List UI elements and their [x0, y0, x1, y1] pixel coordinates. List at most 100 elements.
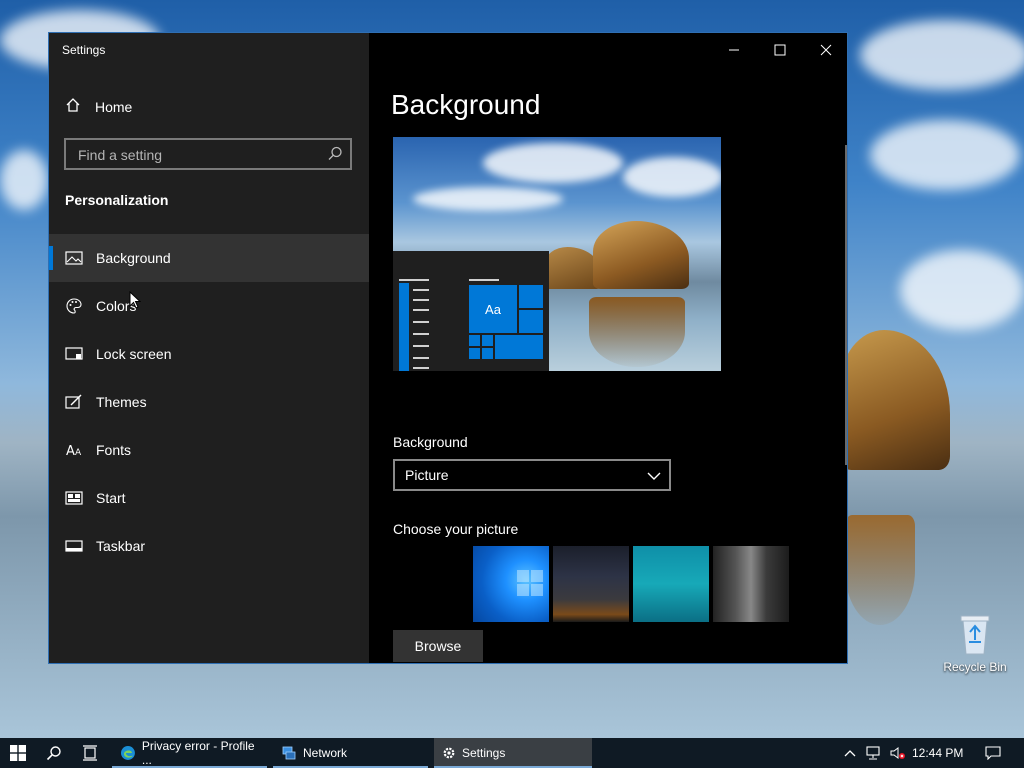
nav-item-start[interactable]: Start [49, 474, 369, 522]
preview-rock-reflection [589, 297, 685, 367]
palette-icon [65, 297, 83, 315]
task-view-icon [83, 745, 97, 761]
edge-icon [120, 746, 135, 760]
taskbar: Privacy error - Profile ... Network Sett… [0, 738, 1024, 768]
recycle-bin-shortcut[interactable]: Recycle Bin [940, 612, 1010, 674]
svg-text:A: A [75, 448, 82, 457]
chevron-down-icon [647, 469, 661, 481]
preview-tile-large: Aa [469, 285, 517, 333]
close-button[interactable] [803, 33, 847, 67]
picture-icon [65, 249, 83, 267]
preview-cloud [483, 143, 623, 183]
fonts-icon: AA [65, 441, 83, 459]
wallpaper-cloud [870, 120, 1020, 190]
preview-start-menu: Aa [393, 251, 549, 371]
nav-item-background[interactable]: Background [49, 234, 369, 282]
wallpaper-cloud [900, 250, 1024, 330]
preview-line [413, 333, 429, 335]
choose-picture-label: Choose your picture [393, 521, 519, 537]
action-center-button[interactable] [978, 738, 1008, 768]
minimize-button[interactable] [711, 33, 757, 67]
home-icon [65, 97, 81, 116]
close-icon [820, 44, 832, 56]
preview-tile [469, 348, 480, 359]
picture-thumbnail-rock[interactable] [713, 546, 789, 622]
dropdown-value: Picture [405, 467, 449, 483]
taskbar-app-settings[interactable]: Settings [434, 738, 592, 768]
svg-text:A: A [66, 444, 75, 457]
preview-line [413, 345, 429, 347]
gear-icon [443, 747, 455, 759]
nav-item-label: Lock screen [96, 346, 172, 362]
content-pane: Background Aa Background Picture Choose … [369, 33, 847, 663]
search-icon[interactable] [326, 145, 344, 163]
task-view-button[interactable] [72, 738, 108, 768]
chevron-up-icon [844, 750, 856, 757]
picture-thumbnail-night-sky[interactable] [553, 546, 629, 622]
wallpaper-rock [840, 330, 950, 470]
nav-item-lock-screen[interactable]: Lock screen [49, 330, 369, 378]
preview-line [413, 309, 429, 311]
nav-item-colors[interactable]: Colors [49, 282, 369, 330]
nav-item-label: Start [96, 490, 126, 506]
nav-item-themes[interactable]: Themes [49, 378, 369, 426]
search-button[interactable] [36, 738, 72, 768]
start-button[interactable] [0, 738, 36, 768]
preview-line [413, 321, 429, 323]
preview-tile [495, 335, 543, 359]
home-link[interactable]: Home [65, 97, 132, 116]
taskbar-app-label: Privacy error - Profile ... [141, 739, 255, 767]
picture-thumbnail-windows[interactable] [473, 546, 549, 622]
preview-cloud [623, 157, 721, 197]
taskbar-icon [65, 537, 83, 555]
nav-item-fonts[interactable]: AA Fonts [49, 426, 369, 474]
preview-line [413, 299, 429, 301]
wallpaper-cloud [860, 20, 1024, 90]
start-icon [65, 489, 83, 507]
browse-button[interactable]: Browse [393, 630, 483, 662]
preview-cloud [413, 187, 563, 211]
preview-tile [519, 285, 543, 308]
windows-logo-icon [517, 570, 543, 596]
wallpaper-rock-reflection [845, 515, 915, 625]
maximize-icon [774, 44, 786, 56]
themes-icon [65, 393, 83, 411]
nav-item-label: Fonts [96, 442, 132, 458]
picture-thumbnail-underwater[interactable] [633, 546, 709, 622]
nav-item-label: Background [96, 250, 171, 266]
scrollbar[interactable] [845, 145, 847, 465]
settings-window: Settings Home Personalization Background [48, 32, 848, 664]
volume-tray-button[interactable] [886, 738, 908, 768]
mouse-cursor-icon [129, 291, 141, 309]
preview-strip [399, 283, 409, 371]
clock[interactable]: 12:44 PM [912, 746, 963, 760]
search-box[interactable] [64, 138, 352, 170]
taskbar-app-network[interactable]: Network [273, 738, 428, 768]
section-title: Personalization [65, 192, 169, 208]
page-title: Background [391, 89, 541, 120]
network-tray-button[interactable] [862, 738, 884, 768]
show-hidden-icons-button[interactable] [840, 738, 860, 768]
background-type-dropdown[interactable]: Picture [393, 459, 671, 491]
recycle-bin-label: Recycle Bin [943, 660, 1007, 674]
preview-line [399, 279, 429, 281]
taskbar-app-label: Network [303, 746, 348, 760]
network-icon [282, 746, 296, 760]
nav-item-label: Taskbar [96, 538, 146, 554]
maximize-button[interactable] [757, 33, 803, 67]
preview-line [413, 357, 429, 359]
preview-tile [482, 335, 493, 346]
nav-list: Background Colors Lock screen Themes A A… [49, 234, 369, 570]
taskbar-app-edge[interactable]: Privacy error - Profile ... [112, 738, 267, 768]
preview-line [413, 289, 429, 291]
preview-tile [519, 310, 543, 333]
sidebar: Settings Home Personalization Background [49, 33, 369, 663]
preview-line [413, 367, 429, 369]
nav-item-taskbar[interactable]: Taskbar [49, 522, 369, 570]
preview-tile [469, 335, 480, 346]
notification-icon [985, 746, 1001, 760]
lock-screen-icon [65, 345, 83, 363]
search-input[interactable] [76, 145, 320, 165]
network-tray-icon [866, 746, 880, 760]
background-type-label: Background [393, 434, 468, 450]
